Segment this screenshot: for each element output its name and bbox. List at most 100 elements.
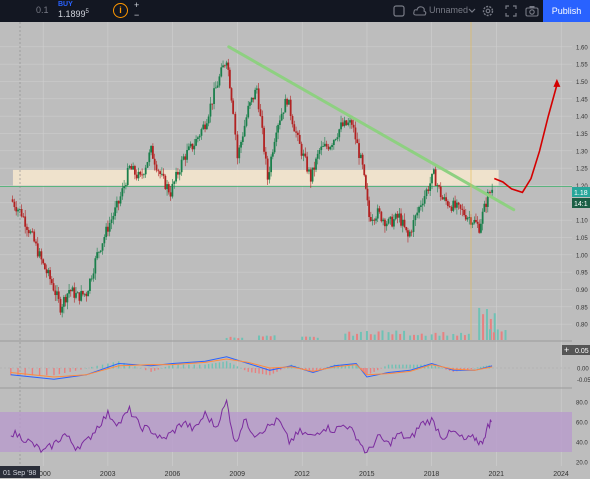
candle-body (184, 156, 187, 160)
rsi-pane[interactable]: 80.0 60.0 40.0 20.0 (0, 398, 588, 467)
macd-hist-bar (164, 366, 167, 369)
candle-body (209, 103, 212, 117)
time-axis[interactable]: 2000 2003 2006 2009 2012 2015 2018 2021 2024 01 … (0, 466, 572, 479)
macd-hist-bar (233, 364, 235, 369)
candle-body (436, 185, 439, 186)
macd-hist-bar (229, 362, 231, 369)
candle-body (116, 200, 118, 208)
volume-bar (273, 335, 276, 340)
volume-bar (467, 333, 470, 340)
candle-body (398, 213, 401, 218)
candle-body (35, 241, 37, 244)
fullscreen-icon[interactable] (505, 5, 517, 17)
top-toolbar: 0.1 BUY 1.18995 i + − Unnamed Publish (0, 0, 590, 22)
candle-body (150, 145, 152, 153)
candle-body (286, 98, 288, 105)
macd-hist-bar (74, 368, 77, 371)
candle-body (271, 152, 274, 157)
candle-body (121, 188, 124, 197)
publish-button[interactable]: Publish (543, 0, 590, 22)
candle-body (252, 97, 255, 100)
candle-body (280, 113, 283, 121)
candle-body (76, 292, 79, 294)
macd-hist-bar (261, 368, 264, 375)
candle-body (352, 124, 355, 128)
rsi-tick-label: 40.0 (576, 441, 588, 447)
candle-body (356, 139, 359, 144)
candle-body (450, 206, 453, 211)
candle-body (345, 120, 348, 126)
candle-body (177, 171, 179, 175)
candle-body (218, 76, 221, 86)
time-tick-label: 2012 (294, 471, 310, 478)
candle-body (112, 215, 115, 220)
candle-body (255, 88, 258, 90)
candle-body (144, 167, 147, 175)
candle-body (249, 102, 251, 106)
candle-body (167, 184, 170, 193)
macd-hist-bar (377, 368, 379, 371)
macd-hist-bar (53, 368, 55, 376)
macd-hist-bar (477, 367, 479, 369)
candle-body (40, 251, 43, 260)
candle-body (195, 139, 197, 146)
candle-body (54, 290, 57, 296)
candle-body (358, 143, 360, 159)
candle-body (142, 174, 145, 176)
candle-body (191, 143, 194, 150)
chart-area[interactable]: 1.601.551.501.451.401.351.301.251.201.15… (0, 22, 590, 479)
candle-body (17, 209, 19, 212)
macd-hist-bar (150, 368, 152, 372)
chevron-down-icon[interactable] (468, 8, 476, 14)
macd-hist-bar (323, 368, 325, 369)
candle-body (261, 116, 264, 128)
time-tick-label: 2024 (553, 471, 569, 478)
macd-hist-bar (222, 361, 224, 369)
time-tick-label: 2015 (359, 471, 375, 478)
candle-body (43, 263, 46, 270)
macd-hist-bar (10, 368, 12, 376)
price-axis[interactable]: 1.601.551.501.451.401.351.301.251.201.15… (572, 22, 590, 466)
candle-body (408, 231, 411, 237)
plus-button[interactable]: + (134, 0, 139, 10)
candle-body (107, 226, 109, 232)
candle-body (373, 219, 376, 221)
macd-hist-bar (269, 368, 271, 376)
candle-body (278, 120, 281, 125)
layout-name[interactable]: Unnamed (429, 5, 468, 15)
candle-body (401, 219, 404, 226)
macd-pane[interactable]: 0.00 -0.05 + 0.05 (0, 345, 590, 384)
macd-hist-bar (405, 364, 408, 369)
camera-icon[interactable] (525, 5, 539, 17)
info-icon[interactable]: i (113, 3, 128, 18)
candle-body (105, 226, 108, 238)
candle-body (38, 251, 41, 257)
macd-tick-label: 0.00 (577, 367, 589, 373)
candle-body (243, 125, 246, 137)
volume-bar (460, 332, 463, 340)
candle-body (211, 103, 214, 105)
candle-body (57, 291, 60, 299)
volume-bar (229, 336, 232, 340)
candle-body (405, 227, 408, 231)
gear-icon[interactable] (481, 4, 495, 18)
candle-body (443, 197, 446, 200)
candle-body (223, 65, 226, 67)
volume-bar (365, 331, 368, 340)
rectangle-icon[interactable] (393, 5, 405, 17)
macd-hist-bar (283, 368, 285, 369)
candle-body (434, 169, 437, 186)
candle-body (464, 215, 467, 220)
volume-bar (312, 336, 315, 340)
candle-body (71, 287, 74, 292)
macd-hist-bar (171, 364, 174, 369)
quantity-input[interactable]: 0.1 (36, 5, 49, 15)
price-pane[interactable] (0, 22, 572, 466)
candle-body (282, 112, 285, 114)
candle-body (247, 105, 250, 118)
buy-price: 1.18995 (58, 9, 89, 19)
candle-body (134, 166, 136, 175)
buy-button[interactable]: BUY 1.18995 (54, 0, 108, 22)
candle-body (26, 226, 28, 230)
minus-button[interactable]: − (134, 10, 139, 20)
